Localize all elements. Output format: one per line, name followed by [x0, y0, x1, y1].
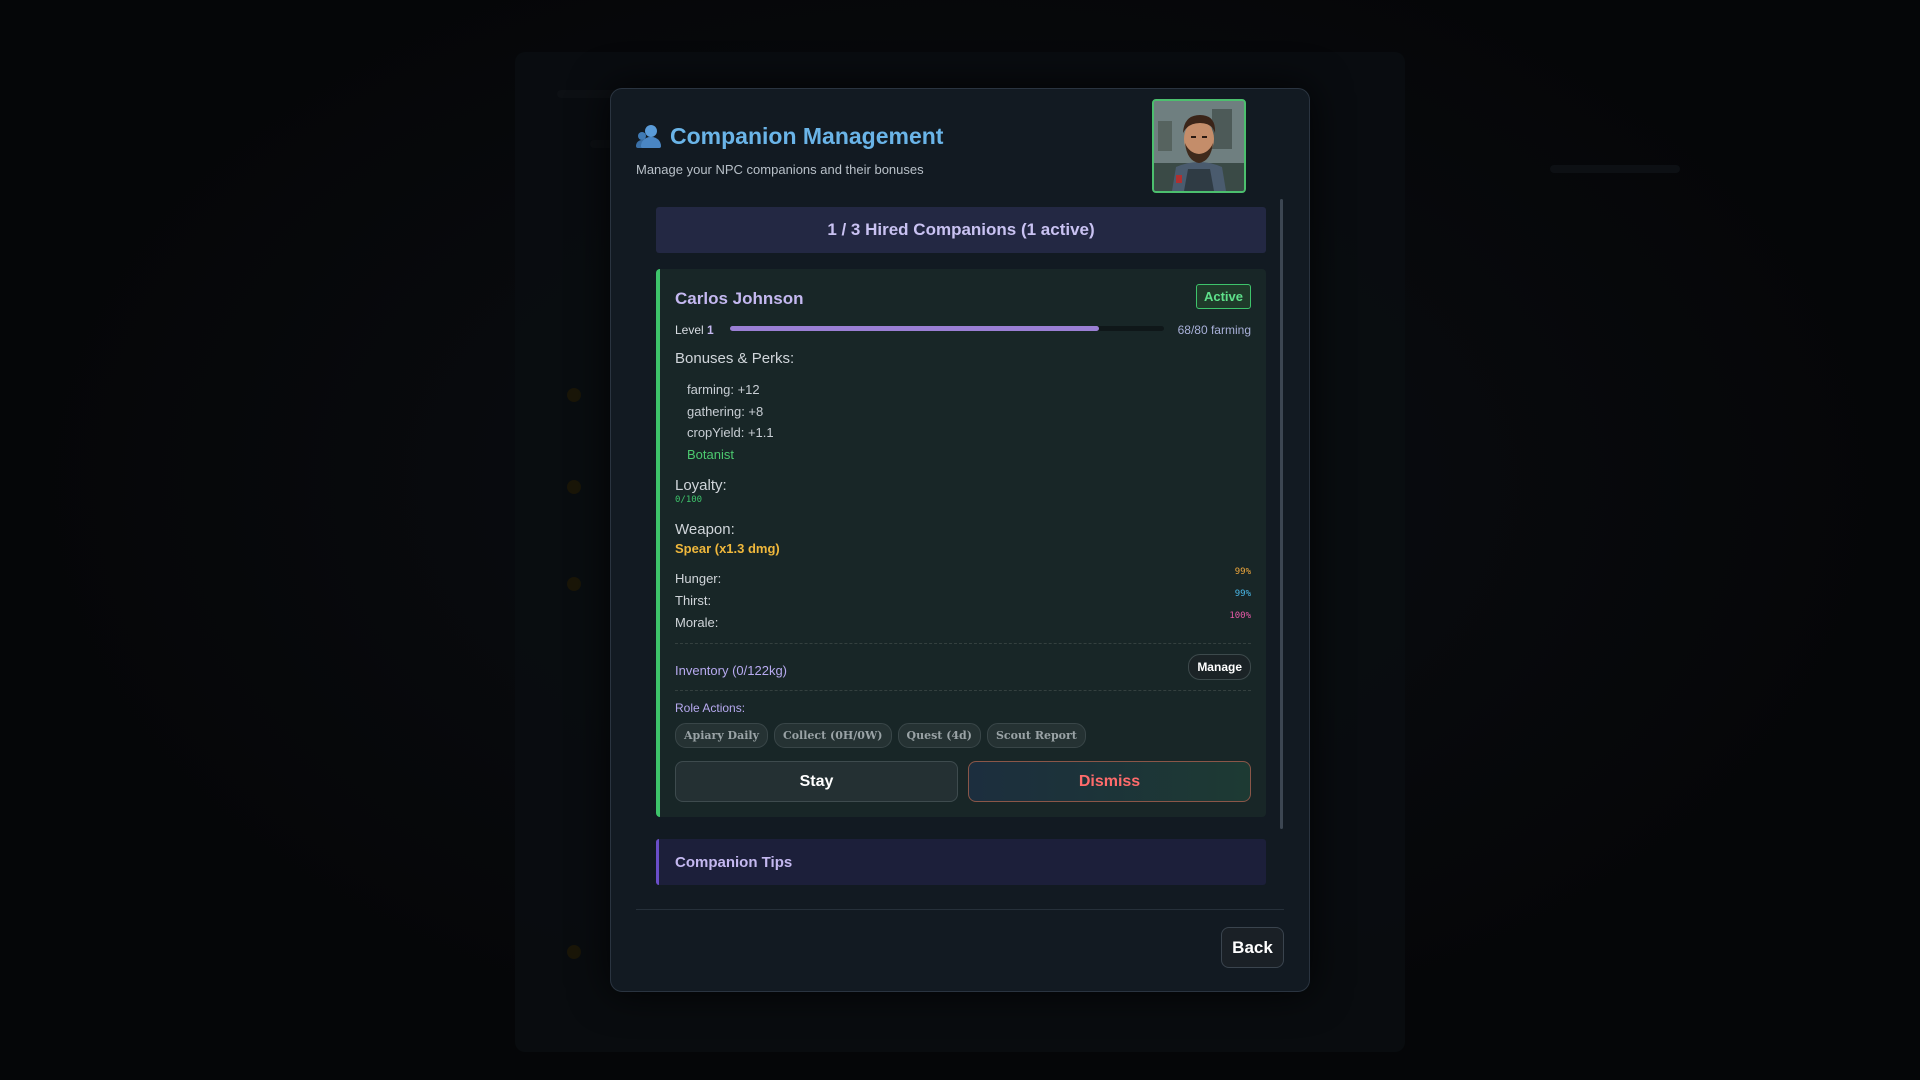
weapon-label: Weapon: — [675, 521, 735, 538]
role-action-scout-report[interactable]: Scout Report — [986, 723, 1086, 748]
stat-hunger: Hunger: 99% — [675, 567, 1251, 587]
stat-label: Thirst: — [675, 593, 712, 608]
bonus-item: cropYield: +1.1 — [687, 425, 774, 440]
xp-progress-bar — [730, 326, 1164, 331]
bonuses-label: Bonuses & Perks: — [675, 350, 795, 367]
bonus-item: gathering: +8 — [687, 403, 764, 419]
companion-name: Carlos Johnson — [675, 289, 804, 308]
companion-card: Carlos Johnson Active Level 1 68/80 farm… — [656, 269, 1266, 817]
dismiss-button[interactable]: Dismiss — [968, 761, 1251, 802]
background-line — [1550, 165, 1680, 173]
stat-morale: Morale: 100% — [675, 611, 1251, 631]
perk-botanist: Botanist — [687, 446, 734, 462]
back-button[interactable]: Back — [1221, 927, 1284, 968]
stat-value: 99% — [1234, 589, 1251, 599]
xp-text: 68/80 farming — [1177, 323, 1251, 337]
role-actions-label: Role Actions: — [675, 701, 746, 715]
background-dot — [567, 480, 581, 494]
role-action-quest[interactable]: Quest (4d) — [897, 723, 981, 748]
divider — [675, 690, 1251, 691]
weapon-value: Spear (x1.3 dmg) — [675, 541, 780, 556]
background-dot — [567, 388, 581, 402]
manage-inventory-button[interactable]: Manage — [1188, 654, 1251, 680]
role-actions: Apiary Daily Collect (0H/0W) Quest (4d) … — [675, 723, 1086, 748]
companion-management-modal: Companion Management Manage your NPC com… — [610, 88, 1310, 992]
hired-companions-counter: 1 / 3 Hired Companions (1 active) — [656, 207, 1266, 253]
inventory-label: Inventory (0/122kg) — [675, 663, 788, 678]
stat-label: Hunger: — [675, 571, 722, 586]
bonus-item: farming: +12 — [687, 382, 760, 397]
loyalty-value: 0/100 — [675, 495, 703, 505]
level-row: Level 1 68/80 farming — [675, 323, 1251, 337]
bonus-list: farming: +12 gathering: +8 cropYield: +1… — [687, 379, 774, 465]
scrollbar[interactable] — [1280, 199, 1283, 829]
level-label: Level 1 — [675, 323, 714, 337]
xp-progress-fill — [730, 326, 1099, 331]
companion-tips-toggle[interactable]: Companion Tips — [656, 839, 1266, 885]
companion-list: 1 / 3 Hired Companions (1 active) Carlos… — [656, 207, 1266, 897]
stat-label: Morale: — [675, 615, 719, 630]
footer-divider — [636, 909, 1284, 910]
role-action-apiary-daily[interactable]: Apiary Daily — [675, 723, 768, 748]
loyalty-label: Loyalty: — [675, 477, 727, 494]
stat-value: 99% — [1234, 567, 1251, 577]
companion-portrait — [1152, 99, 1246, 193]
divider — [675, 643, 1251, 644]
modal-title: Companion Management — [670, 123, 944, 149]
status-badge: Active — [1195, 284, 1251, 309]
role-action-collect[interactable]: Collect (0H/0W) — [773, 723, 892, 748]
background-dot — [567, 577, 581, 591]
level-value: 1 — [707, 323, 714, 337]
background-dot — [567, 945, 581, 959]
stat-value: 100% — [1229, 611, 1251, 621]
companions-icon — [636, 124, 662, 150]
stay-button[interactable]: Stay — [675, 761, 958, 802]
stat-thirst: Thirst: 99% — [675, 589, 1251, 609]
